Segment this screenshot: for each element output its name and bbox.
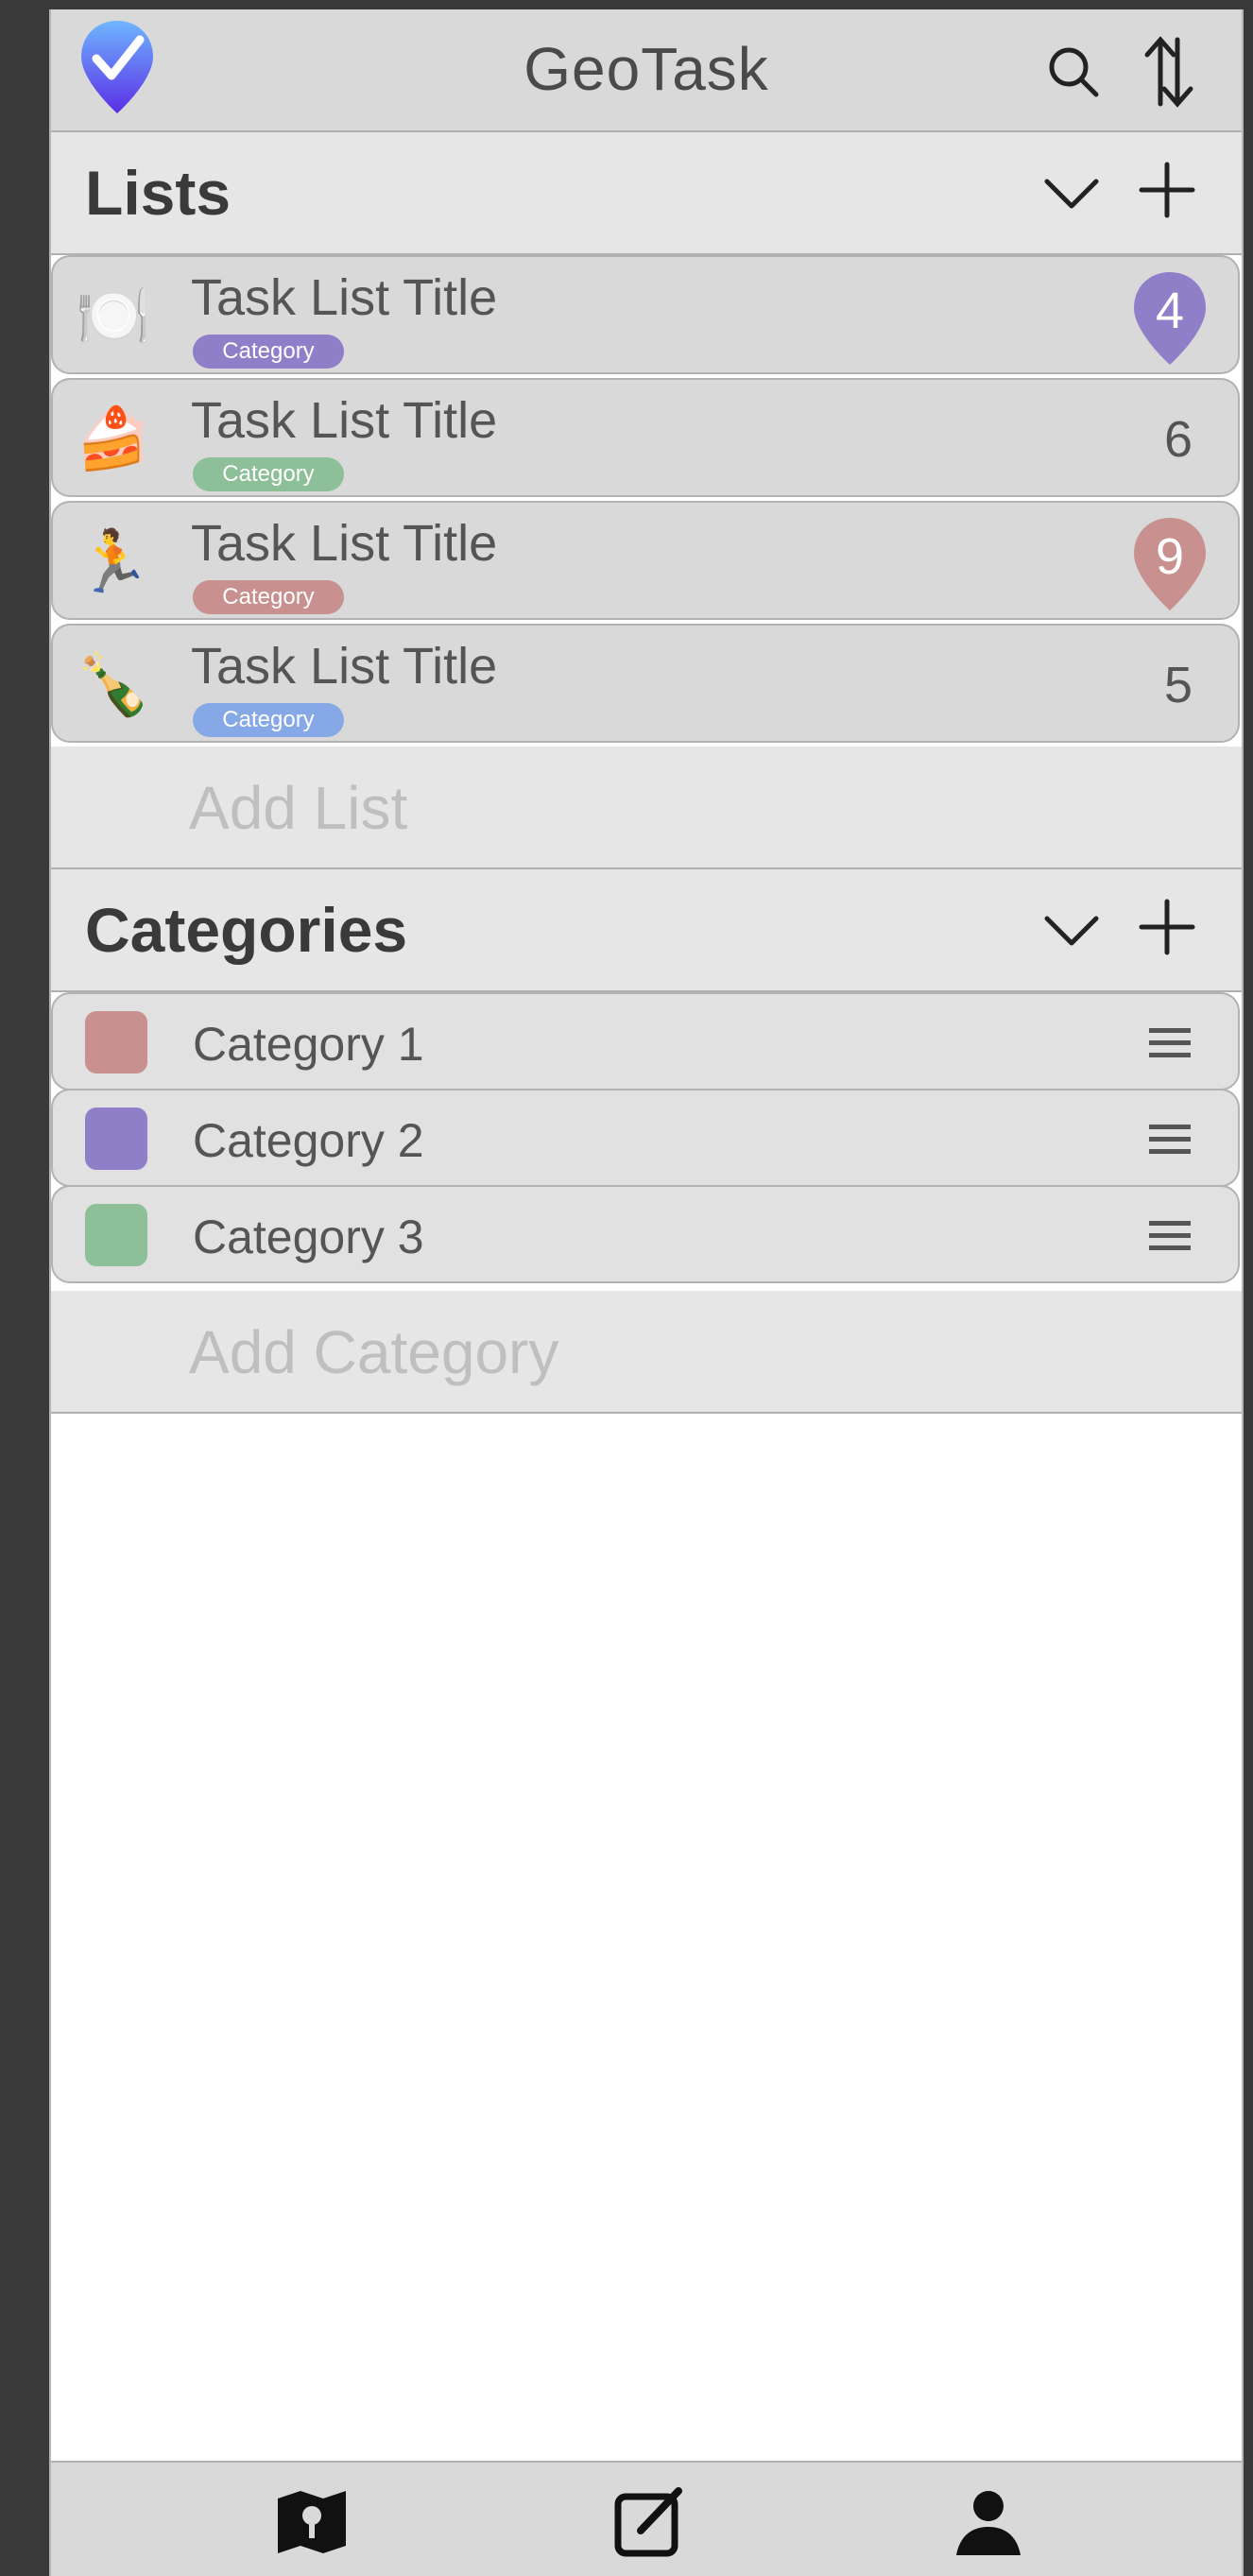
sort-icon[interactable] xyxy=(1138,34,1198,110)
add-list-label: Add List xyxy=(189,774,408,842)
list-item[interactable]: 🍾 Task List Title Category 5 xyxy=(51,624,1240,743)
champagne-icon: 🍾 xyxy=(76,650,151,718)
category-name: Category 1 xyxy=(193,1018,424,1071)
category-color-swatch xyxy=(85,1204,147,1266)
drag-handle-icon[interactable] xyxy=(1147,1121,1193,1159)
list-title: Task List Title xyxy=(191,515,498,572)
categories-section-title: Categories xyxy=(85,895,408,965)
fork-knife-plate-icon: 🍽️ xyxy=(76,282,151,350)
category-item[interactable]: Category 3 xyxy=(51,1185,1240,1283)
add-list-icon[interactable] xyxy=(1138,161,1196,219)
category-badge: Category xyxy=(193,335,344,369)
category-item[interactable]: Category 1 xyxy=(51,992,1240,1091)
list-item[interactable]: 🍰 Task List Title Category 6 xyxy=(51,378,1240,497)
add-category-icon[interactable] xyxy=(1138,898,1196,956)
list-title: Task List Title xyxy=(191,392,498,449)
drag-handle-icon[interactable] xyxy=(1147,1217,1193,1255)
map-pin-icon[interactable] xyxy=(274,2483,350,2559)
edit-icon[interactable] xyxy=(612,2483,688,2559)
chevron-down-icon[interactable] xyxy=(1041,170,1102,217)
add-category-button[interactable]: Add Category xyxy=(51,1291,1242,1414)
category-badge: Category xyxy=(193,580,344,614)
search-icon[interactable] xyxy=(1043,42,1104,102)
task-count: 4 xyxy=(1155,283,1185,339)
location-pin-badge: 9 xyxy=(1130,516,1210,614)
lists-section-header: Lists xyxy=(51,132,1242,255)
list-title: Task List Title xyxy=(191,638,498,695)
runner-icon: 🏃 xyxy=(76,527,151,595)
cake-icon: 🍰 xyxy=(76,404,151,472)
category-color-swatch xyxy=(85,1108,147,1170)
bottom-nav-bar xyxy=(51,2461,1242,2576)
task-count: 9 xyxy=(1155,528,1185,585)
location-pin-badge: 4 xyxy=(1130,270,1210,369)
category-badge: Category xyxy=(193,457,344,491)
list-title: Task List Title xyxy=(191,269,498,326)
category-badge: Category xyxy=(193,703,344,737)
add-category-label: Add Category xyxy=(189,1318,559,1386)
category-item[interactable]: Category 2 xyxy=(51,1089,1240,1187)
task-count: 5 xyxy=(1163,657,1193,713)
app-screen: GeoTask Lists 🍽️ Task List Title Categor… xyxy=(49,9,1244,2576)
top-bar: GeoTask xyxy=(51,9,1242,132)
category-color-swatch xyxy=(85,1011,147,1073)
category-name: Category 2 xyxy=(193,1114,424,1167)
list-item[interactable]: 🍽️ Task List Title Category 4 xyxy=(51,255,1240,374)
categories-section-header: Categories xyxy=(51,869,1242,992)
task-count: 6 xyxy=(1163,411,1193,468)
add-list-button[interactable]: Add List xyxy=(51,747,1242,869)
chevron-down-icon[interactable] xyxy=(1041,907,1102,954)
list-item[interactable]: 🏃 Task List Title Category 9 xyxy=(51,501,1240,620)
category-name: Category 3 xyxy=(193,1211,424,1263)
drag-handle-icon[interactable] xyxy=(1147,1024,1193,1062)
lists-section-title: Lists xyxy=(85,158,232,228)
profile-icon[interactable] xyxy=(951,2483,1026,2559)
